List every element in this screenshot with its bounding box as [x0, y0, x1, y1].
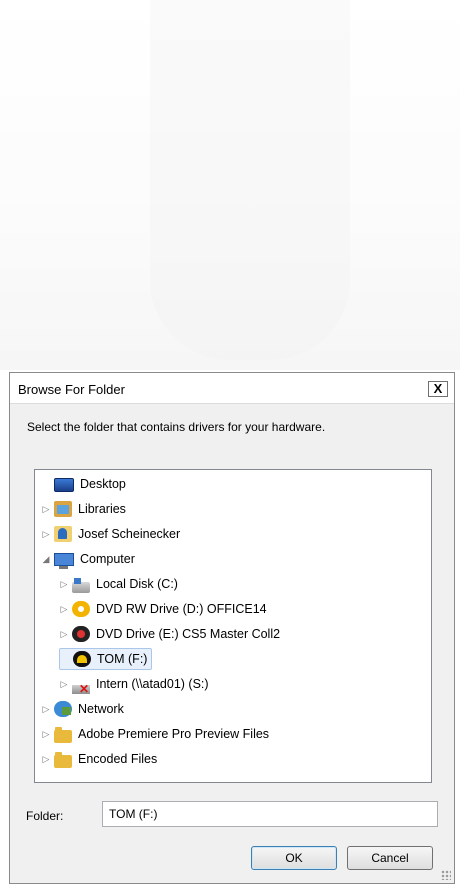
- expand-arrow-icon[interactable]: ▷: [59, 579, 69, 590]
- tree-item-libraries[interactable]: ▷ Libraries: [41, 498, 126, 520]
- tree-item-tom-f[interactable]: TOM (F:): [59, 648, 153, 670]
- network-icon: [54, 701, 72, 717]
- tree-item-desktop[interactable]: Desktop: [41, 473, 126, 495]
- tree-item-josef-scheinecker[interactable]: ▷ Josef Scheinecker: [41, 523, 180, 545]
- collapse-arrow-icon[interactable]: ◢: [41, 554, 51, 565]
- desktop-icon: [54, 478, 74, 492]
- tree-item-label: Libraries: [78, 502, 126, 516]
- background-shape: [150, 0, 350, 360]
- cancel-button[interactable]: Cancel: [347, 846, 433, 870]
- tree-item-label: Local Disk (C:): [96, 577, 178, 591]
- expand-arrow-icon[interactable]: ▷: [41, 529, 51, 540]
- removable-drive-icon: [73, 651, 91, 667]
- folder-icon: [54, 751, 72, 768]
- dialog-title: Browse For Folder: [18, 382, 125, 397]
- tree-item-computer[interactable]: ◢ Computer: [41, 548, 135, 570]
- folder-icon: [54, 726, 72, 743]
- close-button[interactable]: X: [428, 381, 448, 397]
- expand-arrow-icon[interactable]: ▷: [41, 504, 51, 515]
- tree-item-label: DVD RW Drive (D:) OFFICE14: [96, 602, 267, 616]
- tree-item-encoded-files[interactable]: ▷ Encoded Files: [41, 748, 157, 770]
- tree-item-label: TOM (F:): [97, 652, 148, 666]
- expand-arrow-icon[interactable]: ▷: [59, 679, 69, 690]
- dvd-drive-icon: [72, 626, 90, 642]
- ok-button[interactable]: OK: [251, 846, 337, 870]
- expand-arrow-icon[interactable]: ▷: [59, 629, 69, 640]
- tree-item-label: Desktop: [80, 477, 126, 491]
- tree-item-label: Intern (\\atad01) (S:): [96, 677, 209, 691]
- expand-arrow-icon[interactable]: ▷: [41, 704, 51, 715]
- local-disk-icon: [72, 577, 90, 593]
- instruction-text: Select the folder that contains drivers …: [27, 420, 326, 434]
- expand-arrow-icon[interactable]: ▷: [41, 729, 51, 740]
- tree-item-label: Josef Scheinecker: [78, 527, 181, 541]
- tree-item-dvd-drive-e[interactable]: ▷ DVD Drive (E:) CS5 Master Coll2: [59, 623, 280, 645]
- tree-item-label: Adobe Premiere Pro Preview Files: [78, 727, 270, 741]
- tree-item-adobe-premiere-pro-preview-files[interactable]: ▷ Adobe Premiere Pro Preview Files: [41, 723, 269, 745]
- tree-item-dvd-rw-drive-d[interactable]: ▷ DVD RW Drive (D:) OFFICE14: [59, 598, 267, 620]
- browse-for-folder-dialog: Browse For Folder X Select the folder th…: [9, 372, 455, 884]
- tree-item-local-disk-c[interactable]: ▷ Local Disk (C:): [59, 573, 178, 595]
- dvd-rw-icon: [72, 601, 90, 617]
- background-wallpaper: [0, 0, 460, 370]
- disconnected-network-drive-icon: [72, 682, 90, 696]
- tree-item-network[interactable]: ▷ Network: [41, 698, 124, 720]
- libraries-icon: [54, 501, 72, 517]
- folder-input[interactable]: [102, 801, 438, 827]
- folder-tree[interactable]: Desktop ▷ Libraries ▷ Josef Scheinecker …: [34, 469, 432, 783]
- user-folder-icon: [54, 526, 72, 542]
- folder-label: Folder:: [26, 809, 64, 823]
- expand-arrow-icon[interactable]: ▷: [41, 754, 51, 765]
- resize-grip-icon[interactable]: [441, 870, 451, 880]
- tree-item-label: DVD Drive (E:) CS5 Master Coll2: [96, 627, 281, 641]
- expand-arrow-icon[interactable]: ▷: [59, 604, 69, 615]
- tree-item-label: Encoded Files: [78, 752, 158, 766]
- tree-item-label: Network: [78, 702, 124, 716]
- tree-item-label: Computer: [80, 552, 135, 566]
- tree-item-intern-s[interactable]: ▷ Intern (\\atad01) (S:): [59, 673, 209, 696]
- computer-icon: [54, 552, 74, 569]
- title-bar: Browse For Folder X: [10, 373, 454, 404]
